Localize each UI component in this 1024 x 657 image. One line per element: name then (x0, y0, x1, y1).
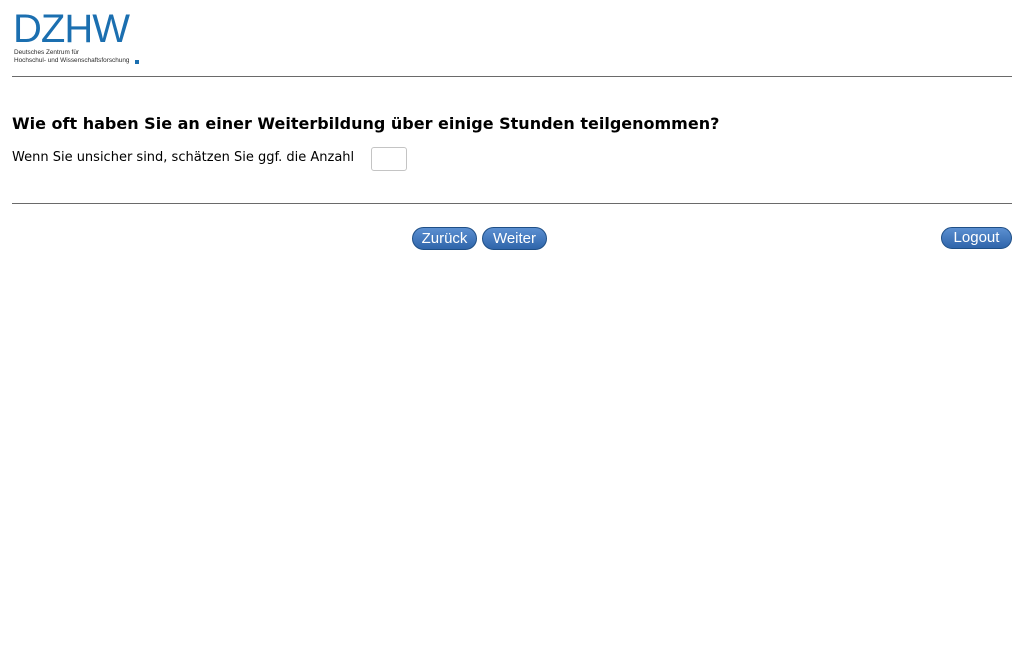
logo-subtitle-line2: Hochschul- und Wissenschaftsforschung (14, 57, 130, 64)
logo-wordmark: DZHW (13, 7, 130, 51)
footer-divider (12, 203, 1012, 204)
count-input[interactable] (371, 147, 407, 171)
logo-subtitle-line1: Deutsches Zentrum für (14, 49, 79, 56)
next-button[interactable]: Weiter (482, 227, 547, 250)
dzhw-logo: DZHW Deutsches Zentrum für Hochschul- un… (13, 9, 148, 67)
back-button[interactable]: Zurück (412, 227, 477, 250)
header-divider (12, 76, 1012, 77)
question-title: Wie oft haben Sie an einer Weiterbildung… (12, 114, 720, 133)
logo-accent-square (135, 60, 139, 64)
question-hint: Wenn Sie unsicher sind, schätzen Sie ggf… (12, 150, 355, 165)
logo-subtitle: Deutsches Zentrum für Hochschul- und Wis… (14, 49, 129, 65)
logout-button[interactable]: Logout (941, 227, 1012, 249)
